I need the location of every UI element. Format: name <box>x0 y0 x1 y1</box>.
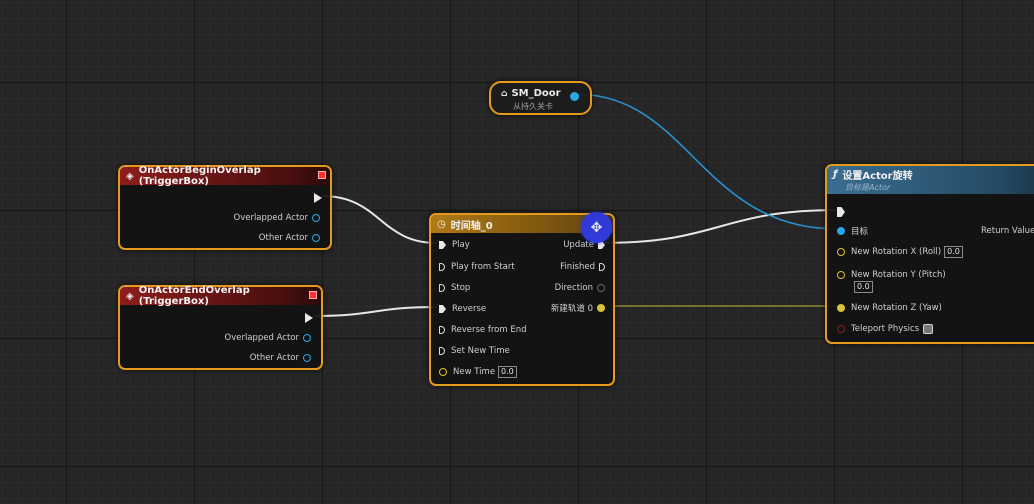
sm-door-node[interactable]: ⌂ SM_Door 从持久关卡 <box>489 81 592 115</box>
delegate-pin-icon[interactable] <box>309 291 317 299</box>
begin-overlap-header[interactable]: ◈ OnActorBeginOverlap (TriggerBox) <box>120 165 330 187</box>
begin-overlap-title: OnActorBeginOverlap (TriggerBox) <box>138 165 261 187</box>
timeline-output-finished[interactable]: Finished <box>560 261 605 273</box>
pin-label: New Rotation X (Roll) <box>851 247 942 257</box>
pin-label: Play <box>452 240 470 250</box>
float-in-pin[interactable] <box>837 271 845 279</box>
diamond-icon: ◈ <box>126 170 134 182</box>
timeline-output-direction[interactable]: Direction <box>555 282 605 294</box>
pin-label: Direction <box>554 283 593 293</box>
pin-label: Set New Time <box>451 346 510 356</box>
pin-label: Other Actor <box>249 353 299 363</box>
rot-x-pin-row[interactable]: New Rotation X (Roll) 0.0 <box>837 246 963 258</box>
end-overlap-pin-row: Other Actor <box>250 352 311 364</box>
timeline-input-set-new-time[interactable]: Set New Time <box>439 345 510 357</box>
float-out-pin[interactable] <box>597 304 605 312</box>
return-value-pin-row[interactable]: Return Value <box>981 225 1034 237</box>
sm-door-output-pin[interactable] <box>570 92 579 101</box>
timeline-input-stop[interactable]: Stop <box>439 282 470 294</box>
move-cross-icon: ✥ <box>581 212 612 243</box>
pin-label: Overlapped Actor <box>224 333 300 343</box>
pin-label: New Rotation Y (Pitch) <box>851 270 946 280</box>
pin-label: Play from Start <box>451 262 515 272</box>
pin-label: Reverse <box>452 304 487 314</box>
target-in-pin[interactable] <box>837 227 845 235</box>
bool-in-pin[interactable] <box>837 325 845 333</box>
end-overlap-exec-out[interactable] <box>305 313 313 323</box>
exec-in-pin[interactable] <box>439 347 445 355</box>
timeline-title: 时间轴_0 <box>450 220 493 232</box>
rot-y-value-row: 0.0 <box>851 281 873 293</box>
sm-door-subtitle: 从持久关卡 <box>513 102 553 111</box>
exec-wire-end-to-reverse <box>313 306 438 317</box>
pin-label: Overlapped Actor <box>233 213 309 223</box>
pin-label: Return Value <box>981 226 1034 236</box>
teleport-pin-row[interactable]: Teleport Physics <box>837 323 934 335</box>
end-overlap-header[interactable]: ◈ OnActorEndOverlap (TriggerBox) <box>120 285 321 307</box>
set-rotation-title: 设置Actor旋转 <box>842 171 913 182</box>
pin-label: New Time <box>453 367 496 377</box>
reference-icon: ⌂ <box>501 88 508 99</box>
overlapped-actor-pin[interactable] <box>312 214 320 222</box>
pin-label: Other Actor <box>258 233 308 243</box>
rot-z-pin-row[interactable]: New Rotation Z (Yaw) <box>837 302 942 314</box>
new-time-value-field[interactable]: 0.0 <box>498 366 517 378</box>
exec-out-pin[interactable] <box>599 263 605 271</box>
end-overlap-title: OnActorEndOverlap (TriggerBox) <box>138 285 250 307</box>
clock-icon: ◷ <box>437 218 446 230</box>
rot-y-pin-row[interactable]: New Rotation Y (Pitch) <box>837 269 946 281</box>
diamond-icon: ◈ <box>126 290 134 302</box>
other-actor-pin[interactable] <box>312 234 320 242</box>
exec-in-pin[interactable] <box>439 263 445 271</box>
exec-in-pin[interactable] <box>439 305 446 313</box>
other-actor-pin[interactable] <box>303 354 311 362</box>
timeline-input-play[interactable]: Play <box>439 239 470 251</box>
begin-overlap-pin-row: Other Actor <box>259 232 320 244</box>
function-icon: ƒ <box>833 169 838 180</box>
rot-y-value-field[interactable]: 0.0 <box>854 281 873 293</box>
timeline-input-play-from-start[interactable]: Play from Start <box>439 261 515 273</box>
exec-wire-update-to-set-rotation <box>601 209 839 244</box>
object-wire-door-to-target <box>574 93 839 230</box>
pin-label: Finished <box>560 262 595 272</box>
target-pin-row[interactable]: 目标 <box>837 225 868 237</box>
overlapped-actor-pin[interactable] <box>303 334 311 342</box>
set-rotation-header[interactable]: ƒ 设置Actor旋转 目标是Actor <box>827 166 1034 194</box>
exec-in-pin[interactable] <box>439 241 446 249</box>
pin-label: New Rotation Z (Yaw) <box>851 303 942 313</box>
pin-label: Reverse from End <box>451 325 527 335</box>
exec-in-pin[interactable] <box>439 284 445 292</box>
begin-overlap-node[interactable]: ◈ OnActorBeginOverlap (TriggerBox) Overl… <box>118 165 332 250</box>
timeline-output-track[interactable]: 新建轨道 0 <box>551 302 605 314</box>
begin-overlap-exec-out[interactable] <box>314 193 322 203</box>
float-in-pin[interactable] <box>837 248 845 256</box>
end-overlap-pin-row: Overlapped Actor <box>224 332 311 344</box>
pin-label: 新建轨道 0 <box>550 304 593 314</box>
pin-label: 目标 <box>851 227 869 237</box>
begin-overlap-pin-row: Overlapped Actor <box>233 212 320 224</box>
exec-in-pin[interactable] <box>837 207 845 217</box>
exec-wire-begin-to-play <box>321 195 438 244</box>
end-overlap-node[interactable]: ◈ OnActorEndOverlap (TriggerBox) Overlap… <box>118 285 323 370</box>
timeline-input-reverse-from-end[interactable]: Reverse from End <box>439 324 527 336</box>
teleport-physics-checkbox[interactable] <box>923 324 934 334</box>
rot-x-value-field[interactable]: 0.0 <box>944 246 963 258</box>
timeline-input-new-time[interactable]: New Time 0.0 <box>439 366 517 378</box>
enum-out-pin[interactable] <box>597 284 605 292</box>
exec-in-pin[interactable] <box>439 326 445 334</box>
pin-label: Stop <box>451 283 471 293</box>
float-in-pin[interactable] <box>837 304 845 312</box>
pin-label: Teleport Physics <box>851 324 920 334</box>
set-rotation-subtitle: 目标是Actor <box>845 183 891 192</box>
timeline-input-reverse[interactable]: Reverse <box>439 303 486 315</box>
sm-door-title: SM_Door <box>511 88 561 99</box>
set-rotation-node[interactable]: ƒ 设置Actor旋转 目标是Actor 目标 Return Value New… <box>825 164 1034 344</box>
delegate-pin-icon[interactable] <box>318 171 326 179</box>
float-in-pin[interactable] <box>439 368 447 376</box>
